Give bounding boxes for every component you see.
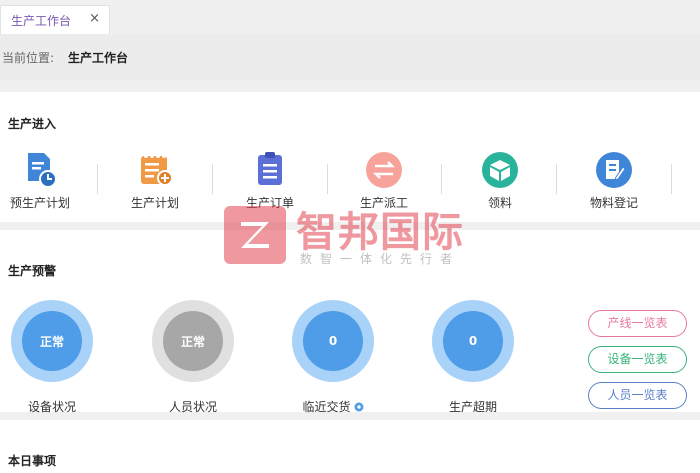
section-title-warning: 生产预警 [8, 264, 57, 278]
entry-production-dispatch[interactable]: 生产派工 [334, 150, 434, 211]
box-icon [482, 152, 518, 188]
entry-pre-production-plan[interactable]: 预生产计划 [0, 150, 90, 211]
gauge-personnel-status[interactable]: 正常 [152, 300, 234, 382]
tab-label: 生产工作台 [11, 14, 72, 28]
line-list-button[interactable]: 产线一览表 [588, 310, 687, 337]
section-title-entry: 生产进入 [8, 117, 57, 131]
divider [671, 164, 672, 194]
divider [441, 164, 442, 194]
clipboard-list-icon [258, 152, 282, 185]
entry-production-plan[interactable]: 生产计划 [105, 150, 205, 211]
calendar-plus-icon [141, 154, 173, 186]
close-icon[interactable]: × [89, 11, 100, 26]
entry-production-order[interactable]: 生产订单 [220, 150, 320, 211]
breadcrumb-prefix: 当前位置: [2, 51, 55, 65]
today-items-panel [0, 420, 700, 473]
entry-material-registration[interactable]: 物料登记 [564, 150, 664, 211]
equipment-list-button[interactable]: 设备一览表 [588, 346, 687, 373]
gauge-label: 临近交货 [302, 400, 351, 414]
gauge-label: 设备状况 [27, 400, 76, 414]
gauge-value: 正常 [22, 311, 82, 371]
breadcrumb-current: 生产工作台 [68, 51, 129, 65]
divider [212, 164, 213, 194]
info-gear-icon[interactable] [354, 402, 364, 412]
gauge-value: 正常 [163, 311, 223, 371]
section-title-today: 本日事项 [8, 454, 57, 468]
document-clock-icon [28, 153, 57, 188]
tab-bar: 生产工作台 × [0, 0, 700, 34]
divider [327, 164, 328, 194]
gauge-label: 人员状况 [168, 400, 217, 414]
edit-note-icon [596, 152, 632, 188]
personnel-list-button[interactable]: 人员一览表 [588, 382, 687, 409]
swap-arrows-icon [366, 152, 402, 188]
gauge-upcoming-delivery[interactable]: 0 [292, 300, 374, 382]
breadcrumb: 当前位置: 生产工作台 [0, 34, 700, 80]
tab-production-workbench[interactable]: 生产工作台 × [0, 5, 110, 34]
gauge-equipment-status[interactable]: 正常 [11, 300, 93, 382]
divider [556, 164, 557, 194]
entry-material-picking[interactable]: 领料 [450, 150, 550, 211]
gauge-production-overdue[interactable]: 0 [432, 300, 514, 382]
gauge-value: 0 [303, 311, 363, 371]
gauge-value: 0 [443, 311, 503, 371]
gauge-label: 生产超期 [448, 400, 497, 414]
divider [97, 164, 98, 194]
gauge-label-with-info: 临近交货 [278, 398, 388, 415]
